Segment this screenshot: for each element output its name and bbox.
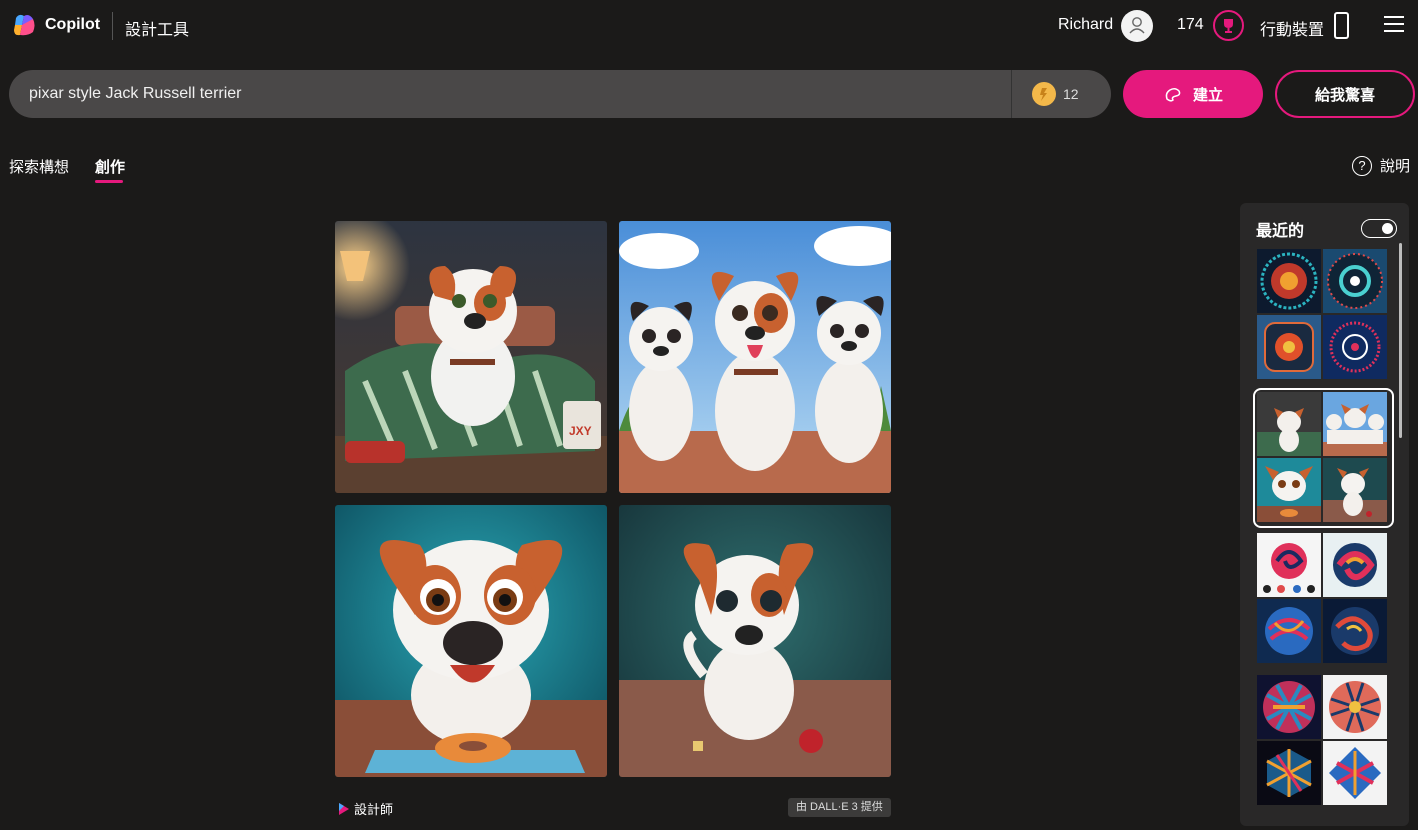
boost-divider [1011,70,1012,118]
result-image-3[interactable] [335,505,607,777]
designer-credit[interactable]: 設計師 [338,799,393,818]
hamburger-menu-icon[interactable] [1384,16,1406,34]
result-image-4[interactable] [619,505,891,777]
mobile-app-link[interactable]: 行動裝置 [1260,16,1324,40]
person-icon [1129,17,1145,34]
top-bar: Copilot 設計工具 Richard 174 行動裝置 [0,0,1418,52]
tool-name[interactable]: 設計工具 [125,16,189,40]
recent-group-jack-russell[interactable] [1253,388,1394,528]
rewards-points[interactable]: 174 [1177,16,1204,34]
phone-icon[interactable] [1334,12,1349,39]
sparkle-brush-icon [1165,87,1181,102]
copilot-logo-icon[interactable] [12,13,37,38]
help-button[interactable]: ? 說明 [1352,155,1410,176]
recent-toggle[interactable] [1361,219,1397,238]
provider-badge: 由 DALL·E 3 提供 [788,798,891,817]
recent-panel: 最近的 [1240,203,1409,826]
help-icon: ? [1352,155,1372,176]
avatar[interactable] [1121,10,1153,42]
brand-name[interactable]: Copilot [45,16,100,34]
svg-text:JXY: JXY [569,424,592,438]
recent-group-woven[interactable] [1257,675,1390,807]
designer-logo-icon [339,802,349,815]
help-label: 說明 [1380,158,1411,175]
boost-count: 12 [1063,86,1079,102]
recent-title: 最近的 [1256,223,1305,240]
active-tab-indicator [95,180,123,183]
designer-label: 設計師 [354,802,394,817]
result-image-2[interactable] [619,221,891,493]
header-divider [112,12,113,40]
results-grid: JXY [335,221,891,777]
prompt-bar: 12 [9,70,1111,118]
prompt-input[interactable] [29,83,989,105]
create-button-label: 建立 [1192,86,1223,104]
surprise-me-button[interactable]: 給我驚喜 [1275,70,1415,118]
recent-scrollbar[interactable] [1399,243,1402,438]
tab-explore[interactable]: 探索構想 [9,156,69,177]
surprise-me-label: 給我驚喜 [1314,86,1375,104]
trophy-icon[interactable] [1213,10,1244,41]
toggle-knob [1382,223,1393,234]
result-image-1[interactable]: JXY [335,221,607,493]
recent-group-swirl[interactable] [1257,533,1390,665]
recent-group-mandala[interactable] [1257,249,1390,381]
user-name[interactable]: Richard [1058,16,1113,34]
tab-create[interactable]: 創作 [95,156,125,177]
boost-coin-icon[interactable] [1032,82,1056,106]
create-button[interactable]: 建立 [1123,70,1263,118]
